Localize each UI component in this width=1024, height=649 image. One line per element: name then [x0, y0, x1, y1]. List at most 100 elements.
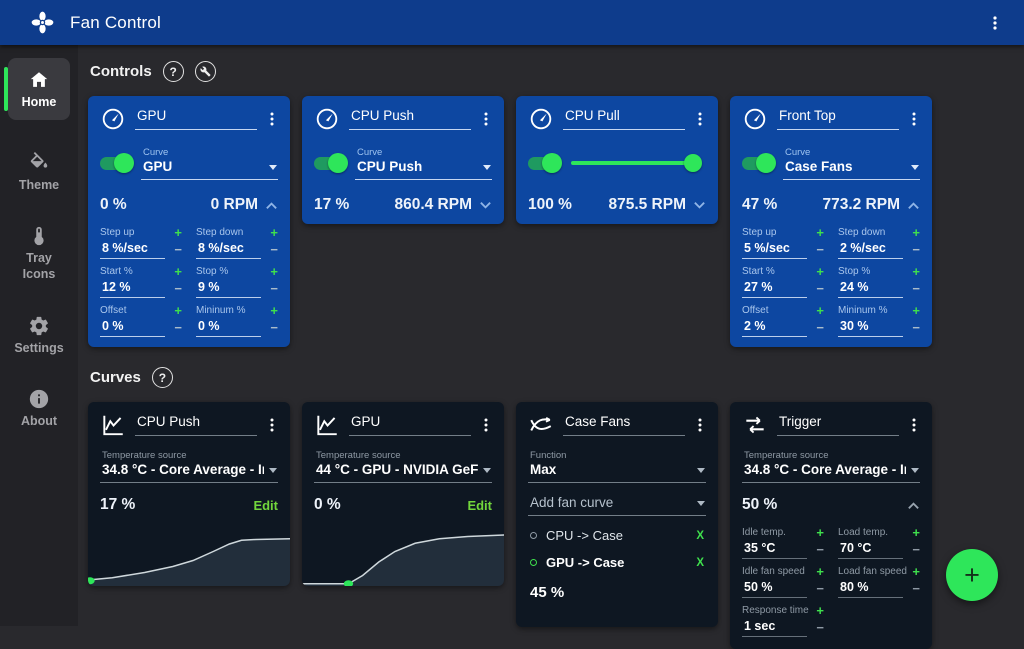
expand-chevron-down-icon[interactable] [479, 201, 492, 210]
fan-name-input[interactable]: CPU Pull [563, 108, 685, 130]
manual-speed-slider[interactable] [571, 161, 698, 165]
remove-curve-button[interactable]: X [696, 557, 704, 569]
curve-select[interactable]: Curve Case Fans [783, 147, 920, 180]
temperature-source-select[interactable]: Temperature source 44 °C - GPU - NVIDIA … [314, 450, 492, 483]
param-value[interactable]: 0 % [100, 317, 165, 337]
increment-button[interactable]: + [816, 228, 824, 238]
sidebar-item-home[interactable]: Home [8, 58, 70, 120]
curve-name-input[interactable]: Case Fans [563, 414, 685, 436]
temperature-source-select[interactable]: Temperature source 34.8 °C - Core Averag… [100, 450, 278, 483]
param-value[interactable]: 50 % [742, 578, 807, 598]
kebab-menu-icon[interactable] [266, 109, 278, 129]
increment-button[interactable]: + [912, 228, 920, 238]
param-value[interactable]: 30 % [838, 317, 903, 337]
increment-button[interactable]: + [912, 528, 920, 538]
increment-button[interactable]: + [270, 306, 278, 316]
decrement-button[interactable]: − [912, 320, 920, 337]
increment-button[interactable]: + [816, 306, 824, 316]
increment-button[interactable]: + [174, 306, 182, 316]
param-value[interactable]: 2 %/sec [838, 239, 903, 259]
kebab-menu-icon[interactable] [694, 415, 706, 435]
sidebar-item-settings[interactable]: Settings [10, 315, 68, 357]
decrement-button[interactable]: − [816, 242, 824, 259]
collapse-chevron-up-icon[interactable] [907, 501, 920, 510]
remove-curve-button[interactable]: X [696, 530, 704, 542]
fan-curve-graph[interactable] [302, 526, 504, 586]
decrement-button[interactable]: − [816, 320, 824, 337]
increment-button[interactable]: + [270, 228, 278, 238]
increment-button[interactable]: + [174, 267, 182, 277]
param-value[interactable]: 70 °C [838, 539, 903, 559]
decrement-button[interactable]: − [912, 581, 920, 598]
param-value[interactable]: 5 %/sec [742, 239, 807, 259]
decrement-button[interactable]: − [270, 320, 278, 337]
fan-name-input[interactable]: Front Top [777, 108, 899, 130]
decrement-button[interactable]: − [912, 242, 920, 259]
slider-thumb[interactable] [684, 154, 702, 172]
increment-button[interactable]: + [816, 567, 824, 577]
increment-button[interactable]: + [270, 267, 278, 277]
kebab-menu-icon[interactable] [480, 415, 492, 435]
decrement-button[interactable]: − [270, 242, 278, 259]
decrement-button[interactable]: − [912, 542, 920, 559]
fan-curve-graph[interactable] [88, 526, 290, 586]
param-value[interactable]: 8 %/sec [196, 239, 261, 259]
kebab-menu-icon[interactable] [908, 109, 920, 129]
edit-curve-button[interactable]: Edit [467, 498, 492, 513]
appbar-kebab-menu-icon[interactable] [984, 11, 1006, 35]
param-value[interactable]: 80 % [838, 578, 903, 598]
fan-enable-toggle[interactable] [100, 157, 131, 170]
param-value[interactable]: 8 %/sec [100, 239, 165, 259]
increment-button[interactable]: + [816, 528, 824, 538]
increment-button[interactable]: + [174, 228, 182, 238]
decrement-button[interactable]: − [270, 281, 278, 298]
wrench-icon[interactable] [195, 61, 216, 82]
param-value[interactable]: 24 % [838, 278, 903, 298]
param-value[interactable]: 2 % [742, 317, 807, 337]
sidebar-item-about[interactable]: About [10, 388, 68, 430]
decrement-button[interactable]: − [816, 620, 824, 637]
help-icon[interactable]: ? [152, 367, 173, 388]
param-value[interactable]: 9 % [196, 278, 261, 298]
decrement-button[interactable]: − [912, 281, 920, 298]
increment-button[interactable]: + [816, 267, 824, 277]
decrement-button[interactable]: − [816, 281, 824, 298]
curve-select[interactable]: Curve GPU [141, 147, 278, 180]
kebab-menu-icon[interactable] [908, 415, 920, 435]
fan-name-input[interactable]: GPU [135, 108, 257, 130]
increment-button[interactable]: + [912, 306, 920, 316]
sidebar-item-theme[interactable]: Theme [10, 152, 68, 194]
decrement-button[interactable]: − [174, 242, 182, 259]
help-icon[interactable]: ? [163, 61, 184, 82]
param-value[interactable]: 0 % [196, 317, 261, 337]
kebab-menu-icon[interactable] [266, 415, 278, 435]
kebab-menu-icon[interactable] [694, 109, 706, 129]
curve-name-input[interactable]: Trigger [777, 414, 899, 436]
fan-enable-toggle[interactable] [314, 157, 345, 170]
fan-enable-toggle[interactable] [742, 157, 773, 170]
sidebar-item-tray-icons[interactable]: Tray Icons [10, 225, 68, 282]
param-value[interactable]: 12 % [100, 278, 165, 298]
add-fan-curve-select[interactable]: Add fan curve [528, 495, 706, 516]
param-value[interactable]: 35 °C [742, 539, 807, 559]
param-value[interactable]: 27 % [742, 278, 807, 298]
edit-curve-button[interactable]: Edit [253, 498, 278, 513]
curve-name-input[interactable]: CPU Push [135, 414, 257, 436]
decrement-button[interactable]: − [816, 581, 824, 598]
expand-chevron-down-icon[interactable] [693, 201, 706, 210]
decrement-button[interactable]: − [174, 281, 182, 298]
collapse-chevron-up-icon[interactable] [265, 201, 278, 210]
increment-button[interactable]: + [912, 267, 920, 277]
fan-name-input[interactable]: CPU Push [349, 108, 471, 130]
increment-button[interactable]: + [912, 567, 920, 577]
curve-select[interactable]: Curve CPU Push [355, 147, 492, 180]
fan-enable-toggle[interactable] [528, 157, 559, 170]
param-value[interactable]: 1 sec [742, 617, 807, 637]
add-button[interactable]: + [946, 549, 998, 601]
decrement-button[interactable]: − [174, 320, 182, 337]
collapse-chevron-up-icon[interactable] [907, 201, 920, 210]
decrement-button[interactable]: − [816, 542, 824, 559]
kebab-menu-icon[interactable] [480, 109, 492, 129]
curve-name-input[interactable]: GPU [349, 414, 471, 436]
increment-button[interactable]: + [816, 606, 824, 616]
